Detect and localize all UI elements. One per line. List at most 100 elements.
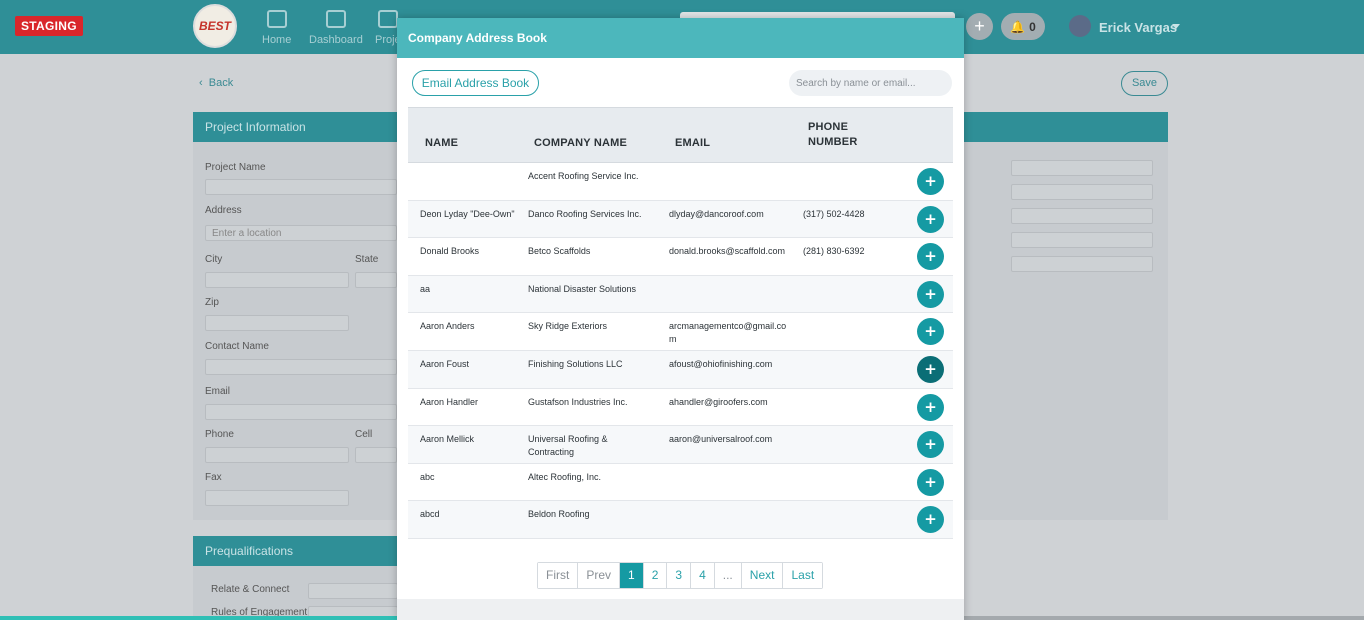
add-contact-button[interactable]: + [917,431,944,459]
chevron-down-icon[interactable] [1172,24,1180,29]
table-row: Accent Roofing Service Inc. + [408,163,953,201]
phone-label: Phone [205,429,234,440]
row-company: Finishing Solutions LLC [528,358,623,369]
folder-icon [377,10,398,28]
table-row: Aaron Anders Sky Ridge Exteriors arcmana… [408,313,953,351]
plus-icon: + [974,16,985,36]
notifications-button[interactable]: 🔔 0 [1001,13,1045,40]
nav-home[interactable]: Home [262,10,291,46]
add-contact-button[interactable]: + [917,168,944,195]
save-button[interactable]: Save [1121,71,1168,96]
add-contact-button[interactable]: + [917,280,944,308]
quick-add-button[interactable]: + [966,13,993,40]
fax-label: Fax [205,472,222,483]
bar-chart-icon [266,10,287,28]
nav-home-label: Home [262,34,292,46]
row-email: dlyday@dancoroof.com [669,208,764,219]
pagination-page-4[interactable]: 4 [691,563,715,588]
relate-connect-field[interactable] [308,583,398,599]
cell-field[interactable] [355,447,397,463]
row-company: Betco Scaffolds [528,246,591,257]
fax-field[interactable] [205,490,349,506]
company-logo[interactable]: BEST [193,4,237,48]
table-header: NAME COMPANY NAME EMAIL PHONE NUMBER [408,107,953,163]
col-email[interactable]: EMAIL [675,137,710,149]
pagination: First Prev 1 2 3 4 ... Next Last [537,562,824,589]
right-field-3[interactable] [1011,208,1153,224]
pagination-first[interactable]: First [538,563,579,588]
address-book-table: NAME COMPANY NAME EMAIL PHONE NUMBER Acc… [408,107,953,539]
state-field[interactable] [355,272,397,288]
nav-dashboard-label: Dashboard [309,34,363,46]
pagination-page-1[interactable]: 1 [620,563,644,588]
add-contact-button[interactable]: + [917,468,944,496]
phone-field[interactable] [205,447,349,463]
col-name[interactable]: NAME [425,137,458,149]
pagination-last[interactable]: Last [783,563,823,588]
row-company: Universal Roofing & Contracting [528,434,608,458]
add-contact-button[interactable]: + [917,393,944,421]
company-address-book-modal: Company Address Book Email Address Book … [397,18,964,620]
pagination-page-3[interactable]: 3 [667,563,692,588]
row-email: ahandler@giroofers.com [669,396,768,407]
email-address-book-button[interactable]: Email Address Book [412,70,539,96]
add-contact-button[interactable]: + [917,506,944,534]
email-label: Email [205,386,231,397]
pagination-ellipsis: ... [714,563,742,588]
back-label: Back [208,77,234,89]
right-field-1[interactable] [1011,160,1153,176]
row-name: abcd [420,509,440,520]
dashboard-icon [325,10,346,28]
back-link[interactable]: ‹ Back [199,77,233,89]
address-field[interactable]: Enter a location [205,225,397,241]
row-name: Deon Lyday "Dee-Own" [420,208,515,219]
table-row: Deon Lyday "Dee-Own" Danco Roofing Servi… [408,200,953,239]
add-contact-button[interactable]: + [917,355,944,383]
row-email: arcmanagementco@gmail.com [669,321,787,345]
project-name-label: Project Name [205,162,266,173]
nav-dashboard[interactable]: Dashboard [309,10,363,46]
project-name-field[interactable] [205,179,397,195]
row-name: Aaron Foust [420,358,470,369]
add-contact-button[interactable]: + [917,318,944,346]
row-company: Sky Ridge Exteriors [528,321,608,332]
address-label: Address [205,205,242,216]
relate-connect-label: Relate & Connect [211,584,290,595]
search-input[interactable] [789,70,952,96]
modal-footer [397,599,964,620]
prequalifications-title: Prequalifications [193,536,398,566]
avatar[interactable] [1069,15,1091,37]
row-name: abc [420,471,435,482]
notifications-count: 0 [1029,19,1036,34]
city-field[interactable] [205,272,349,288]
user-name[interactable]: Erick Vargas [1099,20,1177,35]
row-name: Aaron Handler [420,396,479,407]
email-field[interactable] [205,404,397,420]
col-phone-line2: NUMBER [808,136,858,148]
row-phone: (317) 502-4428 [803,208,865,219]
right-field-4[interactable] [1011,232,1153,248]
right-field-5[interactable] [1011,256,1153,272]
row-email: donald.brooks@scaffold.com [669,246,786,257]
col-phone[interactable]: PHONE NUMBER [808,121,857,148]
add-contact-button[interactable]: + [917,243,944,271]
row-company: National Disaster Solutions [528,283,637,294]
city-label: City [205,254,223,265]
table-row: Donald Brooks Betco Scaffolds donald.bro… [408,238,953,276]
row-name: Aaron Mellick [420,434,475,445]
right-field-2[interactable] [1011,184,1153,200]
state-label: State [355,254,379,265]
prequalifications-card: Prequalifications [193,536,398,616]
row-name: Donald Brooks [420,246,480,257]
row-company: Danco Roofing Services Inc. [528,208,642,219]
contact-name-field[interactable] [205,359,397,375]
zip-field[interactable] [205,315,349,331]
pagination-page-2[interactable]: 2 [643,563,668,588]
col-company[interactable]: COMPANY NAME [534,137,627,149]
pagination-prev[interactable]: Prev [578,563,621,588]
table-row: Aaron Handler Gustafson Industries Inc. … [408,389,953,427]
add-contact-button[interactable]: + [917,205,944,233]
pagination-next[interactable]: Next [741,563,784,588]
row-email: afoust@ohiofinishing.com [669,358,773,369]
table-row: Aaron Foust Finishing Solutions LLC afou… [408,350,953,389]
